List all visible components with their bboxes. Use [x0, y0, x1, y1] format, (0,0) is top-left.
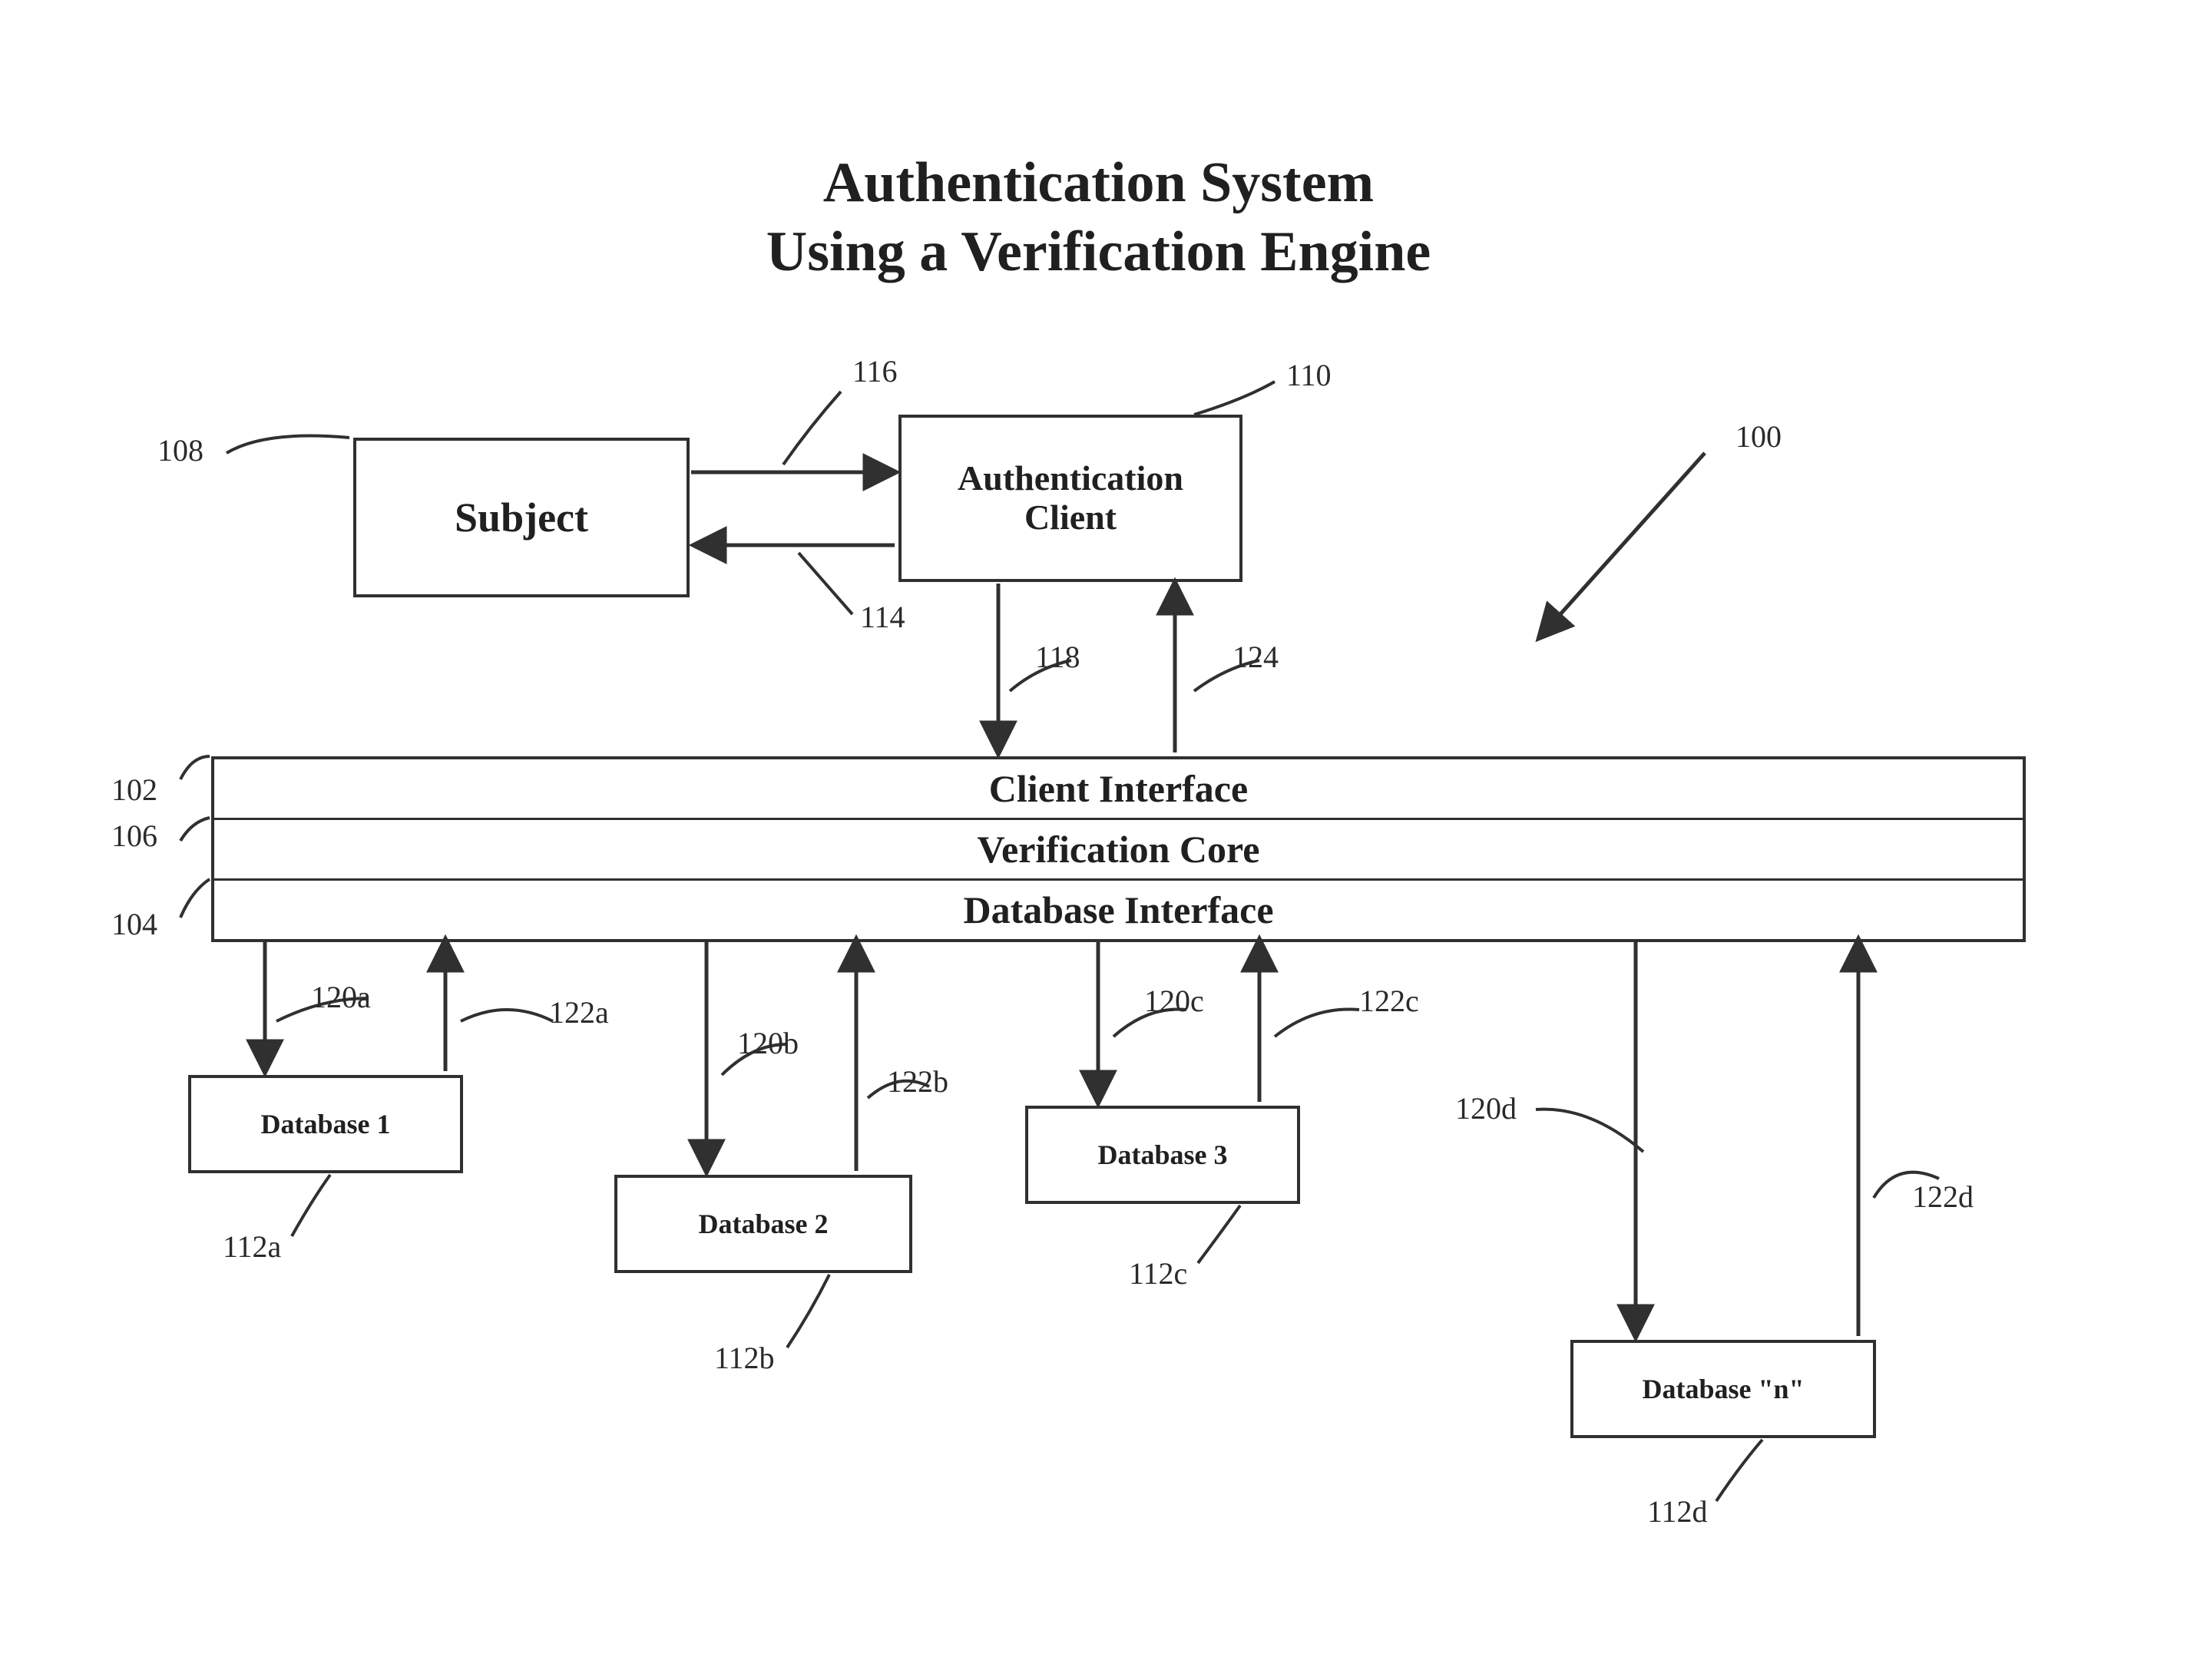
ref-112c: 112c [1129, 1255, 1187, 1291]
diagram-page: Authentication System Using a Verificati… [0, 0, 2197, 1680]
database-2: Database 2 [614, 1175, 912, 1273]
ref-120d: 120d [1455, 1090, 1517, 1126]
ref-122a: 122a [549, 994, 609, 1030]
ref-116: 116 [852, 353, 898, 389]
layer-database-interface: Database Interface [214, 881, 2023, 939]
subject-label: Subject [455, 494, 588, 541]
layer-client-interface: Client Interface [214, 759, 2023, 820]
verification-engine-layers: Client Interface Verification Core Datab… [211, 756, 2026, 942]
ref-112a: 112a [223, 1229, 281, 1265]
ref-120b: 120b [737, 1025, 799, 1061]
ref-106: 106 [111, 818, 157, 854]
ref-120c: 120c [1144, 983, 1204, 1019]
database-3-label: Database 3 [1098, 1139, 1228, 1171]
ref-120a: 120a [311, 979, 371, 1015]
ref-114: 114 [860, 599, 905, 635]
auth-client-text: Authentication Client [958, 459, 1183, 537]
layer-verification-core: Verification Core [214, 820, 2023, 881]
database-n-label: Database "n" [1643, 1373, 1805, 1405]
database-1: Database 1 [188, 1075, 463, 1173]
database-n: Database "n" [1570, 1340, 1876, 1438]
ref-104: 104 [111, 906, 157, 942]
database-2-label: Database 2 [699, 1208, 829, 1240]
ref-122b: 122b [887, 1063, 948, 1100]
ref-110: 110 [1286, 357, 1332, 393]
auth-client-line2: Client [958, 498, 1183, 537]
ref-122c: 122c [1359, 983, 1419, 1019]
ref-100: 100 [1735, 418, 1782, 455]
ref-122d: 122d [1912, 1179, 1974, 1215]
ref-124: 124 [1233, 639, 1279, 675]
ref-108: 108 [157, 432, 203, 468]
ref-102: 102 [111, 772, 157, 808]
subject-block: Subject [353, 438, 690, 597]
title-line-1: Authentication System [0, 154, 2197, 213]
auth-client-block: Authentication Client [898, 415, 1242, 582]
database-1-label: Database 1 [261, 1108, 391, 1140]
ref-112b: 112b [714, 1340, 775, 1376]
database-3: Database 3 [1025, 1106, 1300, 1204]
auth-client-line1: Authentication [958, 459, 1183, 498]
title-line-2: Using a Verification Engine [0, 223, 2197, 283]
ref-112d: 112d [1647, 1493, 1708, 1530]
ref-118: 118 [1035, 639, 1080, 675]
